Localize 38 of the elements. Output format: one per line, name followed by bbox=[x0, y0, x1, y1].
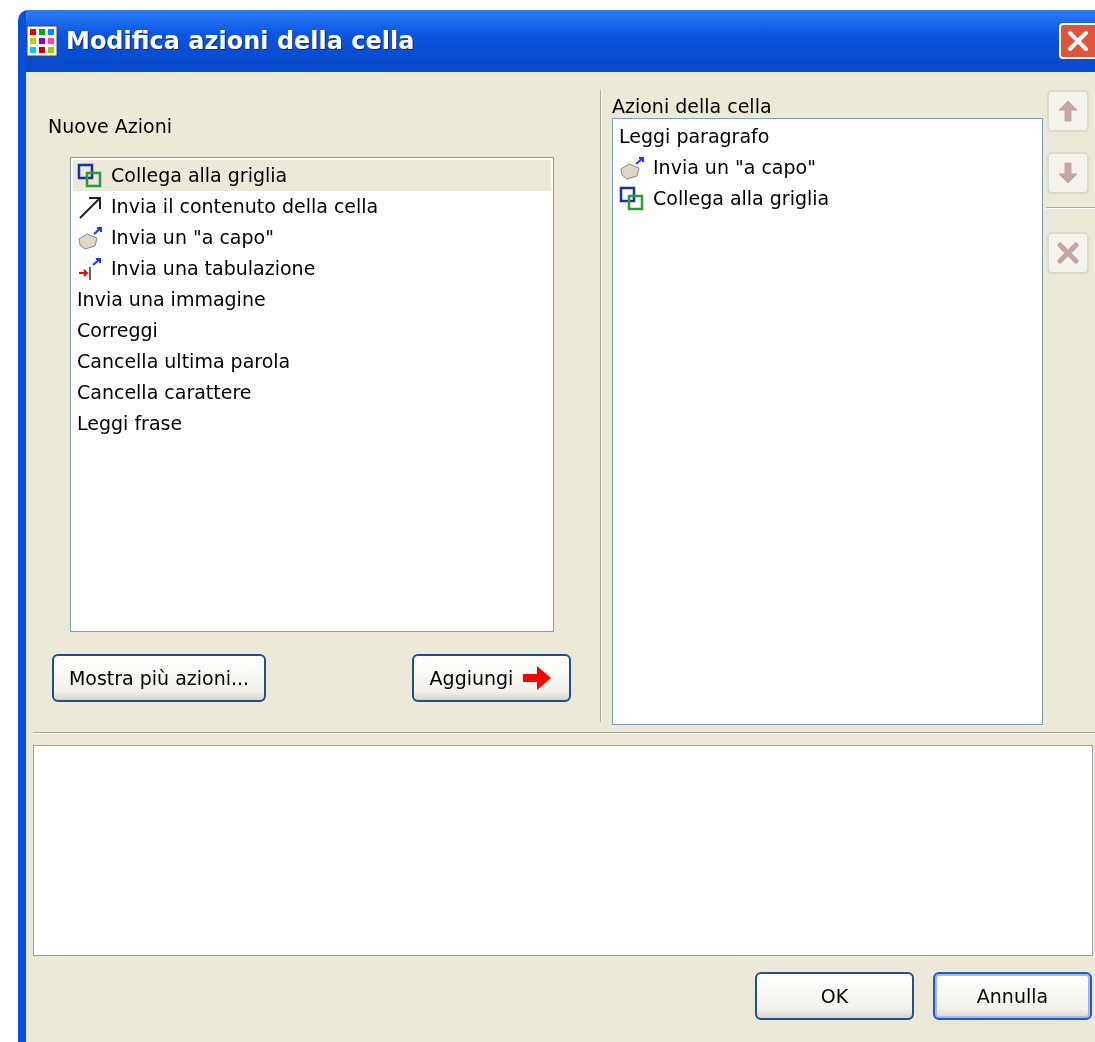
grid-icon bbox=[26, 25, 58, 57]
action-item[interactable]: Invia un "a capo" bbox=[615, 152, 1040, 183]
action-item[interactable]: Cancella ultima parola bbox=[73, 346, 551, 377]
action-label: Invia una tabulazione bbox=[111, 256, 316, 282]
action-item[interactable]: Cancella carattere bbox=[73, 377, 551, 408]
action-label: Collega alla griglia bbox=[111, 163, 288, 189]
add-button[interactable]: Aggiungi bbox=[412, 654, 571, 702]
action-label: Cancella ultima parola bbox=[77, 349, 291, 375]
close-button[interactable] bbox=[1059, 23, 1095, 59]
action-item[interactable]: Invia una tabulazione bbox=[73, 253, 551, 284]
close-icon bbox=[1065, 28, 1091, 54]
cross-icon bbox=[1055, 240, 1081, 266]
action-label: Invia il contenuto della cella bbox=[111, 194, 379, 220]
action-item[interactable]: Collega alla griglia bbox=[73, 160, 551, 191]
list-label: Nuove Azioni bbox=[48, 114, 173, 139]
action-item[interactable]: Leggi frase bbox=[73, 408, 551, 439]
action-label: Leggi paragrafo bbox=[619, 124, 770, 150]
action-label: Invia una immagine bbox=[77, 287, 266, 313]
action-label: Cancella carattere bbox=[77, 380, 252, 406]
action-item[interactable]: Invia un "a capo" bbox=[73, 222, 551, 253]
action-label: Collega alla griglia bbox=[653, 186, 830, 212]
action-item[interactable]: Collega alla griglia bbox=[615, 183, 1040, 214]
action-item[interactable]: Correggi bbox=[73, 315, 551, 346]
action-label: Correggi bbox=[77, 318, 158, 344]
action-item[interactable]: Invia una immagine bbox=[73, 284, 551, 315]
window-title: Modifica azioni della cella bbox=[66, 26, 415, 57]
more-actions-button[interactable]: Mostra più azioni... bbox=[52, 654, 266, 702]
list-label: Azioni della cella bbox=[612, 94, 772, 119]
action-label: Invia un "a capo" bbox=[111, 225, 274, 251]
dialog-button[interactable]: Annulla bbox=[933, 972, 1092, 1020]
action-label: Invia un "a capo" bbox=[653, 155, 816, 181]
link-squares-icon bbox=[619, 185, 645, 212]
action-label: Leggi frase bbox=[77, 411, 183, 437]
link-squares-icon bbox=[77, 162, 103, 189]
dialog-button[interactable]: OK bbox=[755, 972, 914, 1020]
action-item[interactable]: Leggi paragrafo bbox=[615, 121, 1040, 152]
tab-arrow-icon bbox=[77, 255, 103, 282]
action-item[interactable]: Invia il contenuto della cella bbox=[73, 191, 551, 222]
